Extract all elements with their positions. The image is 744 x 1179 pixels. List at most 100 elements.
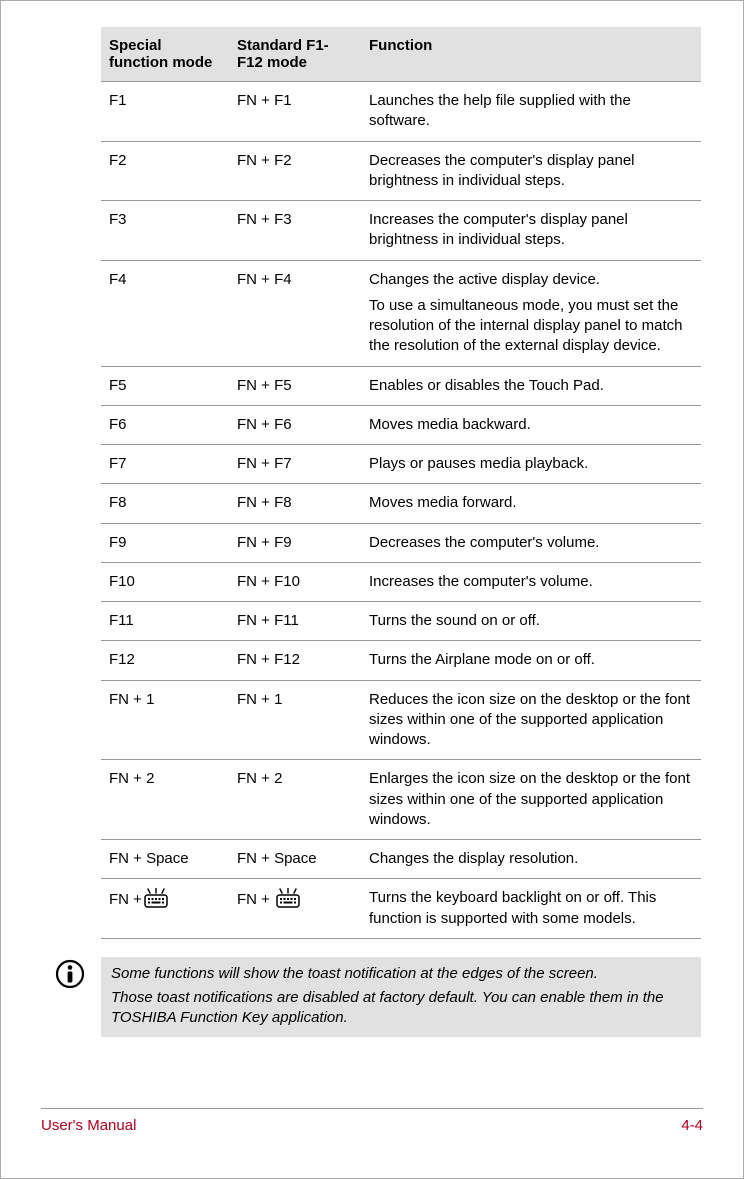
header-special-function-mode: Special function mode <box>101 27 229 82</box>
cell-special-function-mode: FN + <box>101 879 229 939</box>
function-text: Moves media backward. <box>369 415 695 435</box>
function-text: Turns the keyboard backlight on or off. … <box>369 888 695 929</box>
table-row: F4FN + F4Changes the active display devi… <box>101 260 701 366</box>
cell-function: Reduces the icon size on the desktop or … <box>361 680 701 760</box>
function-text: Decreases the computer's display panel b… <box>369 151 695 192</box>
cell-special-function-mode: F6 <box>101 405 229 444</box>
function-text: Launches the help file supplied with the… <box>369 91 695 132</box>
cell-standard-mode: FN + F5 <box>229 366 361 405</box>
cell-special-function-mode: F2 <box>101 141 229 201</box>
table-row: FN + 2FN + 2Enlarges the icon size on th… <box>101 760 701 840</box>
cell-function: Moves media forward. <box>361 484 701 523</box>
table-row: F6FN + F6 Moves media backward. <box>101 405 701 444</box>
cell-special-function-mode: F11 <box>101 602 229 641</box>
cell-standard-mode: FN + 2 <box>229 760 361 840</box>
function-text: Moves media forward. <box>369 493 695 513</box>
table-row: F12FN + F12 Turns the Airplane mode on or… <box>101 641 701 680</box>
cell-function: Turns the Airplane mode on or off. <box>361 641 701 680</box>
cell-special-function-mode: F1 <box>101 82 229 142</box>
function-text: Plays or pauses media playback. <box>369 454 695 474</box>
table-row: F11FN + F11 Turns the sound on or off. <box>101 602 701 641</box>
footer-left: User's Manual <box>41 1117 136 1134</box>
cell-function: Decreases the computer's volume. <box>361 523 701 562</box>
cell-special-function-mode: F12 <box>101 641 229 680</box>
function-text: Enlarges the icon size on the desktop or… <box>369 769 695 830</box>
function-text: Reduces the icon size on the desktop or … <box>369 690 695 751</box>
header-standard-mode: Standard F1-F12 mode <box>229 27 361 82</box>
page-footer: User's Manual 4-4 <box>41 1108 703 1134</box>
cell-function: Changes the active display device. To use… <box>361 260 701 366</box>
cell-special-function-mode: FN + 1 <box>101 680 229 760</box>
table-header-row: Special function mode Standard F1-F12 mo… <box>101 27 701 82</box>
cell-special-function-mode: F10 <box>101 562 229 601</box>
cell-function: Plays or pauses media playback. <box>361 445 701 484</box>
cell-function: Launches the help file supplied with the… <box>361 82 701 142</box>
cell-standard-mode: FN + F7 <box>229 445 361 484</box>
cell-standard-mode: FN + F8 <box>229 484 361 523</box>
table-row: F7FN + F7 Plays or pauses media playback. <box>101 445 701 484</box>
table-row: F3FN + F3Increases the computer's displa… <box>101 201 701 261</box>
note-text: Some functions will show the toast notif… <box>101 957 701 1037</box>
cell-special-function-mode: F5 <box>101 366 229 405</box>
cell-special-function-mode: FN + Space <box>101 840 229 879</box>
content-area: Special function mode Standard F1-F12 mo… <box>101 27 701 1037</box>
cell-function: Moves media backward. <box>361 405 701 444</box>
cell-standard-mode: FN + F11 <box>229 602 361 641</box>
cell-function: Decreases the computer's display panel b… <box>361 141 701 201</box>
cell-special-function-mode: F4 <box>101 260 229 366</box>
table-row: F1FN + F1Launches the help file supplied… <box>101 82 701 142</box>
cell-standard-mode: FN + F9 <box>229 523 361 562</box>
keyboard-backlight-icon <box>275 888 301 908</box>
cell-function: Enlarges the icon size on the desktop or… <box>361 760 701 840</box>
info-icon <box>55 957 101 993</box>
cell-standard-mode: FN + Space <box>229 840 361 879</box>
table-row: FN + 1FN + 1Reduces the icon size on the… <box>101 680 701 760</box>
cell-standard-mode: FN + F12 <box>229 641 361 680</box>
cell-special-function-mode: FN + 2 <box>101 760 229 840</box>
cell-special-function-mode: F7 <box>101 445 229 484</box>
cell-standard-mode: FN + F2 <box>229 141 361 201</box>
cell-text: FN + <box>109 891 142 908</box>
function-text: Increases the computer's display panel b… <box>369 210 695 251</box>
cell-function: Changes the display resolution. <box>361 840 701 879</box>
table-row: F10FN + F10 Increases the computer's volu… <box>101 562 701 601</box>
cell-standard-mode: FN + 1 <box>229 680 361 760</box>
cell-special-function-mode: F3 <box>101 201 229 261</box>
page: Special function mode Standard F1-F12 mo… <box>0 0 744 1179</box>
cell-function: Enables or disables the Touch Pad. <box>361 366 701 405</box>
function-text: Increases the computer's volume. <box>369 572 695 592</box>
cell-standard-mode: FN + F1 <box>229 82 361 142</box>
table-row: F5FN + F5 Enables or disables the Touch P… <box>101 366 701 405</box>
cell-special-function-mode: F8 <box>101 484 229 523</box>
table-row: FN + FN + Turns the keyboard backlight on… <box>101 879 701 939</box>
cell-standard-mode: FN + F3 <box>229 201 361 261</box>
function-text: Changes the active display device. <box>369 270 695 290</box>
note-block: Some functions will show the toast notif… <box>55 957 701 1037</box>
cell-function: Turns the keyboard backlight on or off. … <box>361 879 701 939</box>
cell-text: FN + <box>237 891 274 908</box>
header-function: Function <box>361 27 701 82</box>
table-row: F8FN + F8 Moves media forward. <box>101 484 701 523</box>
cell-standard-mode: FN + F10 <box>229 562 361 601</box>
cell-function: Turns the sound on or off. <box>361 602 701 641</box>
keyboard-backlight-icon <box>143 888 169 908</box>
cell-function: Increases the computer's volume. <box>361 562 701 601</box>
function-text: Decreases the computer's volume. <box>369 533 695 553</box>
function-text: Enables or disables the Touch Pad. <box>369 376 695 396</box>
table-row: FN + SpaceFN + Space Changes the display … <box>101 840 701 879</box>
cell-standard-mode: FN + F4 <box>229 260 361 366</box>
note-line: Some functions will show the toast notif… <box>111 964 691 984</box>
cell-function: Increases the computer's display panel b… <box>361 201 701 261</box>
table-row: F2FN + F2Decreases the computer's displa… <box>101 141 701 201</box>
cell-standard-mode: FN + F6 <box>229 405 361 444</box>
footer-right: 4-4 <box>681 1117 703 1134</box>
function-text: Turns the Airplane mode on or off. <box>369 650 695 670</box>
cell-special-function-mode: F9 <box>101 523 229 562</box>
table-row: F9FN + F9 Decreases the computer's volume… <box>101 523 701 562</box>
function-text: To use a simultaneous mode, you must set… <box>369 296 695 357</box>
function-text: Changes the display resolution. <box>369 849 695 869</box>
function-key-table: Special function mode Standard F1-F12 mo… <box>101 27 701 939</box>
cell-standard-mode: FN + <box>229 879 361 939</box>
note-line: Those toast notifications are disabled a… <box>111 988 691 1029</box>
function-text: Turns the sound on or off. <box>369 611 695 631</box>
